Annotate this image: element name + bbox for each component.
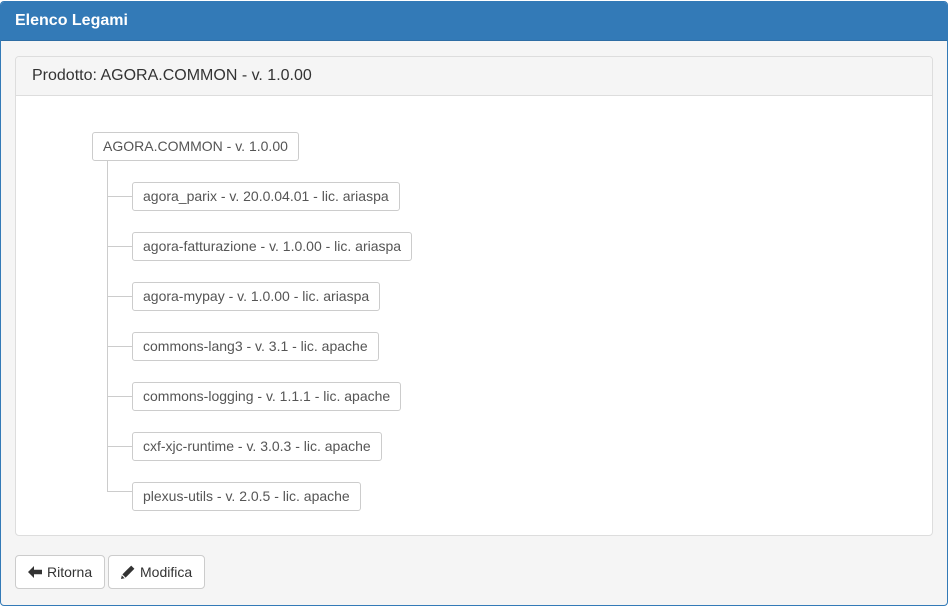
tree-node[interactable]: commons-lang3 - v. 3.1 - lic. apache [132, 332, 379, 361]
tree-node[interactable]: cxf-xjc-runtime - v. 3.0.3 - lic. apache [132, 432, 382, 461]
dialog-window: Elenco Legami Prodotto: AGORA.COMMON - v… [0, 1, 948, 606]
edit-button[interactable]: Modifica [108, 555, 206, 589]
tree-node[interactable]: agora-mypay - v. 1.0.00 - lic. ariaspa [132, 282, 381, 311]
tree-connector [107, 446, 132, 447]
arrow-left-icon [28, 566, 42, 578]
tree-connector [107, 296, 132, 297]
tree-connector [107, 346, 132, 347]
back-button[interactable]: Ritorna [15, 555, 106, 589]
back-button-label: Ritorna [47, 564, 93, 580]
edit-button-label: Modifica [140, 564, 193, 580]
tree-root-node[interactable]: AGORA.COMMON - v. 1.0.00 [92, 132, 299, 161]
tree-connector [107, 196, 132, 197]
tree-node[interactable]: agora-fatturazione - v. 1.0.00 - lic. ar… [132, 232, 413, 261]
product-panel: Prodotto: AGORA.COMMON - v. 1.0.00 AGORA… [15, 56, 933, 536]
tree-connector [107, 246, 132, 247]
pencil-icon [121, 565, 135, 579]
window-title: Elenco Legami [1, 2, 947, 41]
tree-connector [107, 396, 132, 397]
tree-node[interactable]: commons-logging - v. 1.1.1 - lic. apache [132, 382, 402, 411]
panel-heading: Prodotto: AGORA.COMMON - v. 1.0.00 [16, 57, 932, 96]
tree-node[interactable]: agora_parix - v. 20.0.04.01 - lic. arias… [132, 182, 400, 211]
tree-connector [107, 491, 132, 492]
tree-node[interactable]: plexus-utils - v. 2.0.5 - lic. apache [132, 482, 361, 511]
tree-connector-vertical [107, 161, 108, 491]
